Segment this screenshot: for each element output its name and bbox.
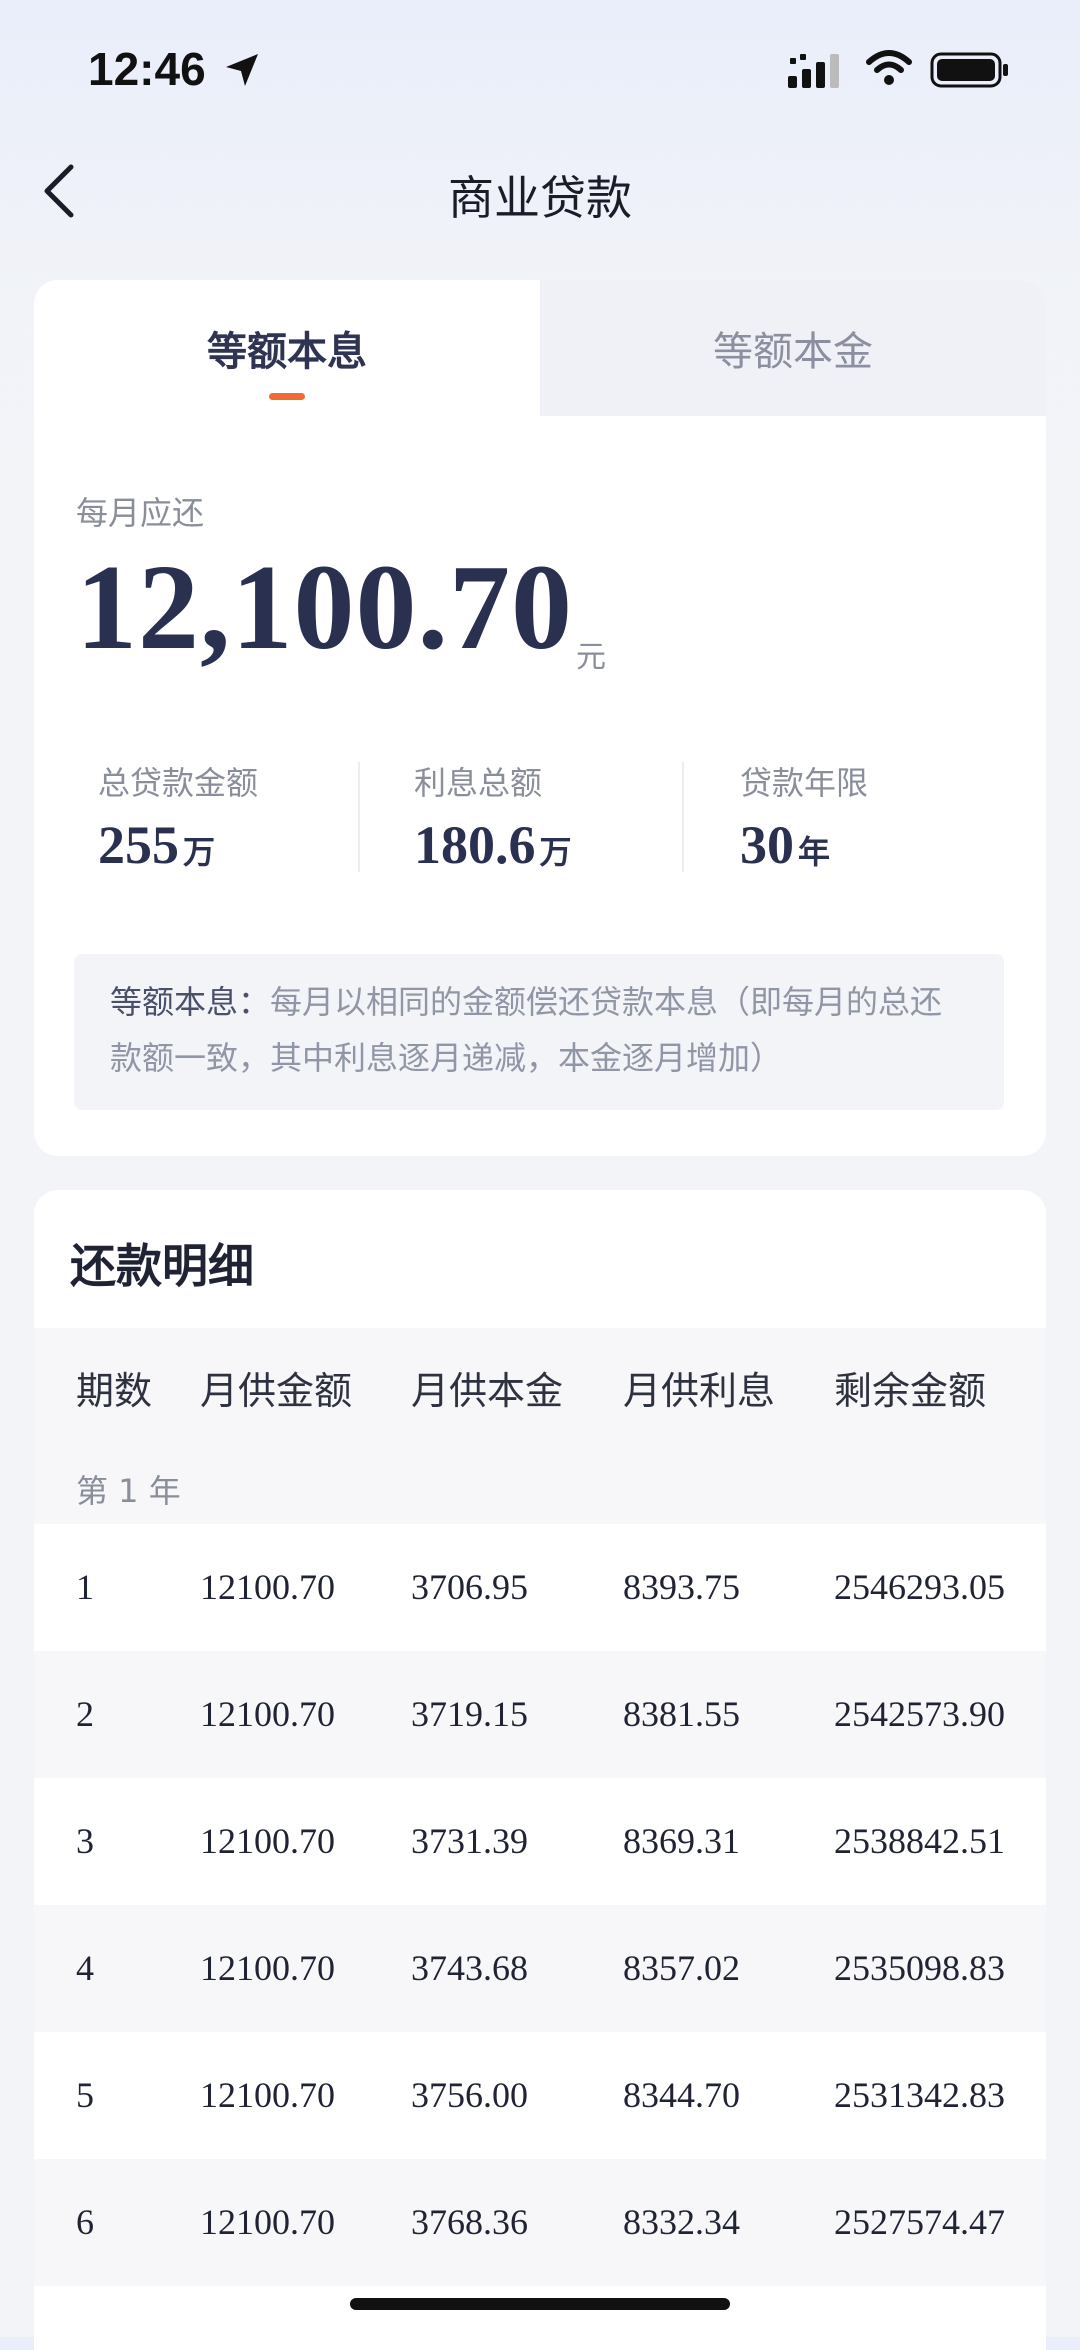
column-header-principal: 月供本金 [411,1369,564,1413]
cell-period: 5 [76,2075,94,2115]
cell-interest: 8381.55 [623,1694,740,1734]
cell-payment: 12100.70 [200,1694,335,1734]
cell-interest: 8369.31 [623,1821,740,1861]
home-indicator[interactable] [350,2298,730,2310]
cell-principal: 3768.36 [411,2202,528,2242]
cell-principal: 3719.15 [411,1694,528,1734]
method-description: 等额本息：每月以相同的金额偿还贷款本息（即每月的总还款额一致，其中利息逐月递减，… [74,954,1004,1110]
table-row: 6 12100.70 3768.36 8332.34 2527574.47 [34,2159,1046,2286]
cell-payment: 12100.70 [200,1948,335,1988]
table-header: 期数 月供金额 月供本金 月供利息 剩余金额 [34,1328,1046,1454]
table-row: 2 12100.70 3719.15 8381.55 2542573.90 [34,1651,1046,1778]
repayment-details-card: 还款明细 期数 月供金额 月供本金 月供利息 剩余金额 第 1 年 1 1210… [34,1190,1046,2350]
summary-card: 等额本息 等额本金 每月应还 12,100.70 元 总贷款金额 255 万 利息… [34,280,1046,1156]
column-header-interest: 月供利息 [623,1369,776,1413]
stat-loan-term: 贷款年限 30 年 [740,758,868,878]
column-header-payment: 月供金额 [200,1369,353,1413]
cell-period: 1 [76,1567,94,1607]
cell-interest: 8357.02 [623,1948,740,1988]
stat-value: 30 年 [740,815,831,875]
cell-interest: 8393.75 [623,1567,740,1607]
wifi-icon [866,48,912,92]
cellular-signal-icon [788,54,844,92]
monthly-payment-amount: 12,100.70 [76,540,573,675]
cell-period: 4 [76,1948,94,1988]
cell-principal: 3731.39 [411,1821,528,1861]
cell-remaining: 2546293.05 [834,1567,1005,1607]
year-label: 第 1 年 [76,1472,181,1510]
cell-principal: 3706.95 [411,1567,528,1607]
cell-period: 6 [76,2202,94,2242]
cell-payment: 12100.70 [200,1567,335,1607]
stat-label: 贷款年限 [740,764,869,802]
table-body: 1 12100.70 3706.95 8393.75 2546293.05 2 … [34,1524,1046,2286]
tab-label: 等额本金 [713,329,873,375]
location-arrow-icon [222,50,262,90]
cell-remaining: 2527574.47 [834,2202,1005,2242]
divider [682,762,684,872]
cell-period: 2 [76,1694,94,1734]
table-row: 5 12100.70 3756.00 8344.70 2531342.83 [34,2032,1046,2159]
battery-icon [930,52,1010,92]
cell-principal: 3743.68 [411,1948,528,1988]
stat-total-loan: 总贷款金额 255 万 [98,758,258,878]
tab-equal-installment[interactable]: 等额本息 [34,280,540,416]
cell-payment: 12100.70 [200,2075,335,2115]
active-tab-indicator [269,393,305,400]
cell-payment: 12100.70 [200,2202,335,2242]
column-header-remaining: 剩余金额 [834,1369,987,1413]
stat-label: 利息总额 [414,764,543,802]
divider [358,762,360,872]
cell-period: 3 [76,1821,94,1861]
cell-remaining: 2538842.51 [834,1821,1005,1861]
column-header-period: 期数 [76,1369,153,1413]
cell-interest: 8344.70 [623,2075,740,2115]
cell-principal: 3756.00 [411,2075,528,2115]
cell-payment: 12100.70 [200,1821,335,1861]
loan-stats: 总贷款金额 255 万 利息总额 180.6 万 贷款年限 30 年 [34,758,1046,878]
section-title: 还款明细 [70,1239,254,1293]
status-bar: 12:46 [0,0,1080,140]
monthly-payment-unit: 元 [576,640,606,675]
status-time: 12:46 [88,43,206,95]
stat-value: 180.6 万 [414,815,572,875]
repayment-method-tabs: 等额本息 等额本金 [34,280,1046,416]
cell-remaining: 2542573.90 [834,1694,1005,1734]
year-group-header: 第 1 年 [34,1454,1046,1524]
table-row: 3 12100.70 3731.39 8369.31 2538842.51 [34,1778,1046,1905]
stat-value: 255 万 [98,815,216,875]
note-keyword: 等额本息： [110,983,271,1021]
tab-label: 等额本息 [207,329,367,375]
stat-total-interest: 利息总额 180.6 万 [414,758,572,878]
tab-equal-principal[interactable]: 等额本金 [540,280,1046,416]
cell-remaining: 2535098.83 [834,1948,1005,1988]
stat-label: 总贷款金额 [98,764,259,802]
cell-remaining: 2531342.83 [834,2075,1005,2115]
page-title: 商业贷款 [448,171,632,225]
cell-interest: 8332.34 [623,2202,740,2242]
table-row: 1 12100.70 3706.95 8393.75 2546293.05 [34,1524,1046,1651]
monthly-payment-label: 每月应还 [76,494,205,532]
table-row: 4 12100.70 3743.68 8357.02 2535098.83 [34,1905,1046,2032]
